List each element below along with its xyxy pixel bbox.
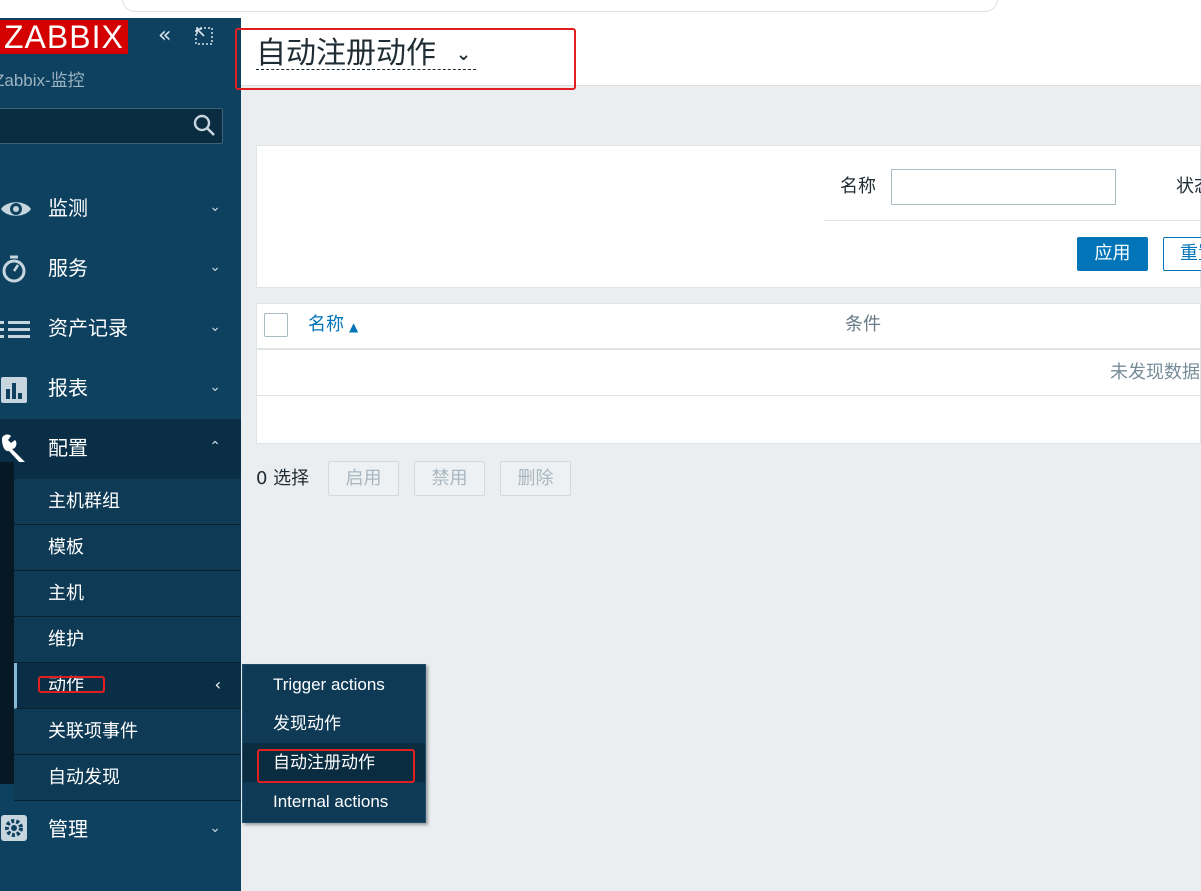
filter-panel: [256, 145, 1201, 288]
gear-icon: [1, 815, 27, 841]
reset-button[interactable]: 重置: [1163, 237, 1201, 271]
submenu-item-host-groups[interactable]: 主机群组: [14, 479, 241, 525]
nav-item-services[interactable]: 服务 ⌄: [0, 239, 241, 299]
select-all-checkbox[interactable]: [264, 313, 288, 337]
table-header-row: [256, 303, 1201, 350]
flyout-label: Internal actions: [273, 792, 389, 811]
nav-item-reports[interactable]: 报表 ⌄: [0, 359, 241, 419]
submenu-item-maintenance[interactable]: 维护: [14, 617, 241, 663]
flyout-label: Trigger actions: [273, 675, 385, 694]
chevron-down-icon: ⌄: [209, 319, 221, 335]
filter-name-input[interactable]: [891, 169, 1116, 205]
column-header-conditions: 条件: [845, 314, 881, 335]
reset-button-clip: 重置: [1163, 237, 1201, 271]
nav-label-administration: 管理: [48, 817, 88, 841]
filter-name-label: 名称: [840, 176, 876, 197]
chevron-down-icon: ⌄: [209, 199, 221, 215]
nav-label-configuration: 配置: [48, 436, 88, 460]
chevron-down-icon: ⌄: [209, 379, 221, 395]
filter-status-clip: 状态: [1176, 176, 1201, 200]
stopwatch-icon: [2, 255, 26, 283]
chevron-up-icon: ⌃: [209, 439, 221, 455]
submenu-label: 主机: [48, 583, 84, 604]
submenu-gutter: [0, 462, 14, 784]
submenu-item-discovery[interactable]: 自动发现: [14, 755, 241, 801]
submenu-label: 模板: [48, 537, 84, 558]
bar-chart-icon: [1, 377, 27, 403]
eye-icon: [1, 202, 31, 216]
chevron-down-icon: ⌄: [209, 259, 221, 275]
submenu-label: 自动发现: [48, 767, 120, 788]
server-name: Zabbix-监控: [0, 71, 85, 90]
table-row: [256, 350, 1201, 396]
list-icon: [0, 321, 30, 338]
zabbix-logo[interactable]: ZABBIX: [0, 20, 128, 54]
flyout-item-trigger-actions[interactable]: Trigger actions: [243, 665, 425, 704]
submenu-label: 关联项事件: [48, 721, 138, 742]
annotation-highlight-box: [38, 676, 105, 693]
search-icon[interactable]: [192, 113, 216, 137]
nav-item-administration[interactable]: 管理 ⌄: [0, 800, 241, 860]
annotation-highlight-box: [235, 28, 576, 90]
actions-flyout-menu: Trigger actions 发现动作 自动注册动作 Internal act…: [242, 664, 426, 823]
nav-label-inventory: 资产记录: [48, 316, 128, 340]
enable-button[interactable]: 启用: [328, 461, 399, 496]
disable-button[interactable]: 禁用: [414, 461, 485, 496]
submenu-item-event-correlation[interactable]: 关联项事件: [14, 709, 241, 755]
no-data-message: 未发现数据: [1110, 362, 1200, 383]
flyout-item-internal-actions[interactable]: Internal actions: [243, 782, 425, 821]
submenu-item-hosts[interactable]: 主机: [14, 571, 241, 617]
flyout-item-discovery-actions[interactable]: 发现动作: [243, 704, 425, 743]
wrench-icon: [2, 434, 26, 465]
delete-button[interactable]: 删除: [500, 461, 571, 496]
submenu-item-templates[interactable]: 模板: [14, 525, 241, 571]
no-data-clip: 未发现数据: [1110, 362, 1201, 386]
flyout-label: 发现动作: [273, 714, 341, 733]
sidebar-search-input[interactable]: [0, 108, 223, 144]
chevron-left-icon: ‹: [214, 675, 221, 694]
nav-label-reports: 报表: [48, 376, 88, 400]
sort-ascending-icon: ▲: [349, 320, 359, 334]
filter-divider: [824, 220, 1201, 221]
nav-label-monitoring: 监测: [48, 196, 88, 220]
submenu-label: 主机群组: [48, 491, 120, 512]
nav-label-services: 服务: [48, 256, 88, 280]
submenu-label: 维护: [48, 629, 84, 650]
browser-toolbar: [0, 0, 1201, 18]
apply-button[interactable]: 应用: [1077, 237, 1148, 271]
kiosk-mode-icon[interactable]: [194, 26, 214, 46]
chevron-down-icon: ⌄: [209, 820, 221, 836]
selected-count: 0 选择: [256, 468, 310, 489]
address-bar[interactable]: [122, 0, 998, 12]
nav-item-monitoring[interactable]: 监测 ⌄: [0, 179, 241, 239]
collapse-sidebar-icon[interactable]: «: [158, 24, 171, 48]
filter-status-label: 状态: [1176, 176, 1201, 197]
nav-item-inventory[interactable]: 资产记录 ⌄: [0, 299, 241, 359]
column-header-name[interactable]: 名称: [308, 314, 344, 336]
annotation-highlight-box: [257, 749, 415, 783]
